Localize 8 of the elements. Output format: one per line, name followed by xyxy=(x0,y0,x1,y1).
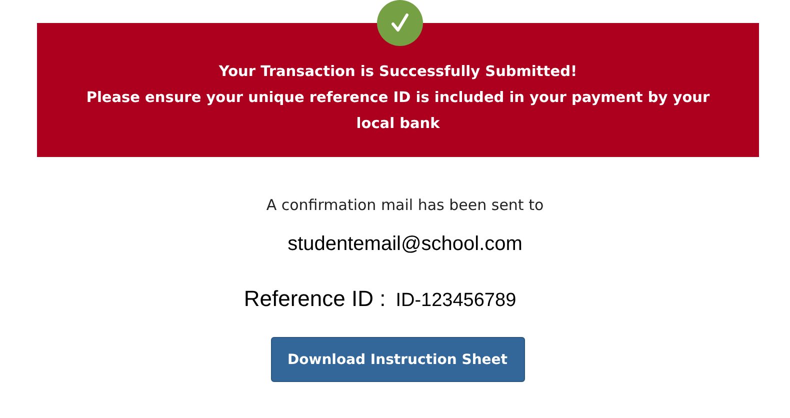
download-button[interactable]: Download Instruction Sheet xyxy=(270,337,524,382)
reference-label: Reference ID : xyxy=(244,286,386,312)
reference-id: ID-123456789 xyxy=(396,290,516,312)
success-message: Please ensure your unique reference ID is included in your payment by your local bank xyxy=(85,89,711,134)
email-address: studentemail@school.com xyxy=(286,233,524,256)
success-title: Your Transaction is Successfully Submitted! xyxy=(218,63,578,82)
confirmation-text: A confirmation mail has been sent to xyxy=(265,196,545,214)
success-check-icon xyxy=(377,0,423,46)
